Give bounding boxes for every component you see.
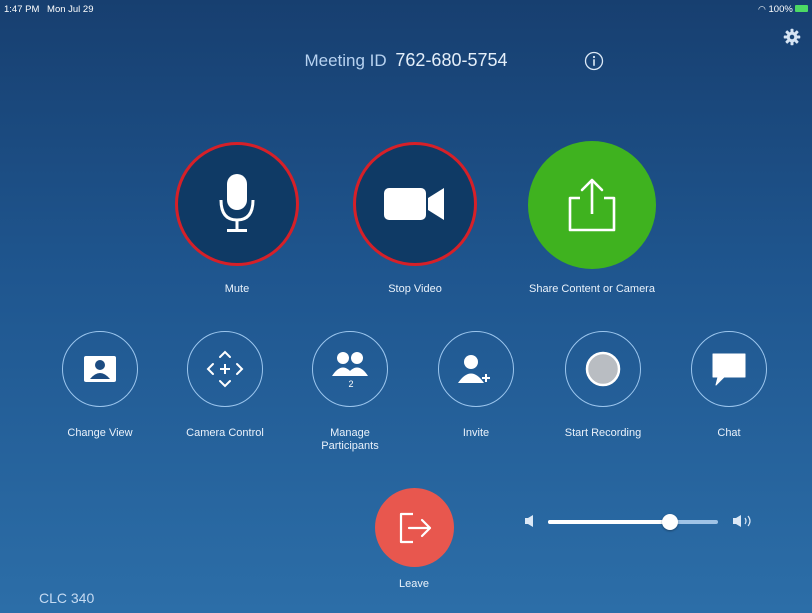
volume-low-icon <box>524 514 536 533</box>
leave-button[interactable] <box>375 488 454 567</box>
invite-button[interactable] <box>438 331 514 407</box>
stop-video-button[interactable] <box>353 142 477 266</box>
share-content-label: Share Content or Camera <box>529 283 655 295</box>
record-icon <box>585 351 621 387</box>
camera-move-icon <box>206 350 244 388</box>
info-icon[interactable] <box>584 51 604 71</box>
status-time: 1:47 PM Mon Jul 29 <box>4 4 94 15</box>
camera-control-button[interactable] <box>187 331 263 407</box>
chat-button[interactable] <box>691 331 767 407</box>
participant-count: 2 <box>348 379 354 389</box>
mute-button[interactable] <box>175 142 299 266</box>
status-right: ◠ 100% <box>758 4 808 15</box>
leave-label: Leave <box>399 578 429 590</box>
stop-video-label: Stop Video <box>388 283 442 295</box>
exit-icon <box>399 512 431 543</box>
meeting-id-header: Meeting ID 762-680-5754 <box>0 50 812 71</box>
mute-label: Mute <box>224 283 250 295</box>
chat-label: Chat <box>717 427 741 439</box>
add-person-icon <box>458 355 490 383</box>
start-recording-button[interactable] <box>565 331 641 407</box>
manage-participants-label: Manage Participants <box>321 427 379 452</box>
volume-high-icon <box>732 513 756 534</box>
chat-bubble-icon <box>712 353 746 386</box>
microphone-icon <box>219 174 255 232</box>
participants-icon <box>332 352 368 376</box>
share-content-button[interactable] <box>528 141 656 269</box>
status-time-text: 1:47 PM <box>4 4 40 15</box>
meeting-id-value: 762-680-5754 <box>395 50 508 70</box>
person-frame-icon <box>84 356 116 382</box>
change-view-button[interactable] <box>62 331 138 407</box>
status-date: Mon Jul 29 <box>47 4 94 15</box>
volume-slider-knob[interactable] <box>662 514 679 530</box>
video-camera-icon <box>384 188 444 220</box>
room-name: CLC 340 <box>39 590 95 606</box>
change-view-label: Change View <box>67 427 133 439</box>
settings-gear-icon[interactable] <box>783 28 801 46</box>
volume-slider-fill <box>548 520 671 524</box>
battery-percent: 100% <box>768 4 793 15</box>
meeting-id-label: Meeting ID <box>304 51 387 70</box>
invite-label: Invite <box>462 427 490 439</box>
battery-icon <box>794 4 808 12</box>
wifi-icon: ◠ <box>758 4 766 14</box>
manage-participants-button[interactable]: 2 <box>312 331 388 407</box>
start-recording-label: Start Recording <box>564 427 642 439</box>
share-icon <box>568 178 616 232</box>
camera-control-label: Camera Control <box>186 427 264 439</box>
